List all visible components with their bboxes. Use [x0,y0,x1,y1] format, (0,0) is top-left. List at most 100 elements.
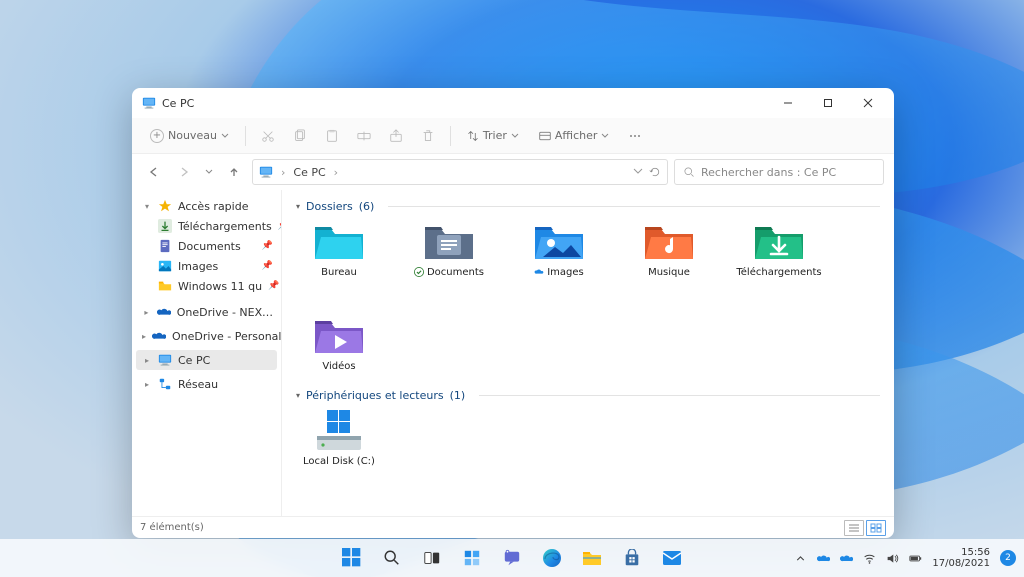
refresh-icon[interactable] [649,166,661,178]
address-bar[interactable]: › Ce PC › [252,159,668,185]
store-button[interactable] [615,541,649,575]
new-button[interactable]: + Nouveau [142,122,237,150]
explorer-button[interactable] [575,541,609,575]
onedrive-tray-icon[interactable] [840,552,853,565]
window-title: Ce PC [162,97,194,110]
chat-button[interactable] [495,541,529,575]
folder-images[interactable]: Images [516,219,602,289]
breadcrumb[interactable]: Ce PC [293,166,325,179]
sidebar-item-folder[interactable]: Windows 11 qu 📌 [136,276,277,296]
edge-button[interactable] [535,541,569,575]
task-view-button[interactable] [415,541,449,575]
tray-overflow-icon[interactable] [794,552,807,565]
sort-button[interactable]: Trier [459,122,527,150]
sidebar-item-label: OneDrive - NEXTRAI [177,306,273,319]
cloud-icon [152,329,166,343]
search-button[interactable] [375,541,409,575]
folder-bureau[interactable]: Bureau [296,219,382,289]
sidebar-item-label: Ce PC [178,354,210,367]
tile-label: Local Disk (C:) [303,456,375,468]
rule [479,395,880,396]
nav-forward-button[interactable] [172,160,196,184]
maximize-button[interactable] [808,89,848,117]
desktop-folder-icon [313,219,365,263]
search-placeholder: Rechercher dans : Ce PC [701,166,836,179]
tile-label: Images [547,267,584,279]
sidebar-item-documents[interactable]: Documents 📌 [136,236,277,256]
clock-time: 15:56 [932,547,990,558]
titlebar[interactable]: Ce PC [132,88,894,118]
network-icon [158,377,172,391]
folder-documents[interactable]: Documents [406,219,492,289]
wifi-icon[interactable] [863,552,876,565]
battery-icon[interactable] [909,552,922,565]
sidebar-onedrive-2[interactable]: ▸ OneDrive - Personal [136,326,277,346]
this-pc-icon [259,165,273,179]
volume-icon[interactable] [886,552,899,565]
folder-downloads[interactable]: Téléchargements [736,219,822,289]
pin-icon: 📌 [262,261,273,271]
sidebar-item-images[interactable]: Images 📌 [136,256,277,276]
tile-label: Musique [648,267,690,279]
status-text: 7 élément(s) [140,522,204,533]
chevron-down-icon[interactable] [633,166,643,176]
chevron-right-icon: ▸ [142,308,151,317]
system-tray: 15:56 17/08/2021 2 [794,547,1016,569]
nav-up-button[interactable] [222,160,246,184]
widgets-button[interactable] [455,541,489,575]
chevron-down-icon: ▾ [296,202,300,211]
group-drives-header[interactable]: ▾ Périphériques et lecteurs (1) [296,389,880,402]
minimize-button[interactable] [768,89,808,117]
chevron-right-icon: ▸ [142,356,152,365]
drive-local-c[interactable]: Local Disk (C:) [296,408,382,478]
view-icon [539,130,551,142]
copy-button[interactable] [286,122,314,150]
cut-button[interactable] [254,122,282,150]
star-icon [158,199,172,213]
sync-badge-icon [414,267,424,277]
folder-videos[interactable]: Vidéos [296,313,382,383]
delete-button[interactable] [414,122,442,150]
chevron-down-icon: ▾ [142,202,152,211]
share-button[interactable] [382,122,410,150]
search-icon [683,166,695,178]
download-icon [158,219,172,233]
crumb-separator: › [281,166,285,179]
notification-badge[interactable]: 2 [1000,550,1016,566]
sidebar-network[interactable]: ▸ Réseau [136,374,277,394]
folder-icon [158,279,172,293]
nav-back-button[interactable] [142,160,166,184]
paste-button[interactable] [318,122,346,150]
documents-folder-icon [423,219,475,263]
address-row: › Ce PC › Rechercher dans : Ce PC [132,154,894,190]
start-button[interactable] [335,541,369,575]
nav-recent-button[interactable] [202,160,216,184]
view-button[interactable]: Afficher [531,122,617,150]
onedrive-tray-icon[interactable] [817,552,830,565]
view-details-button[interactable] [844,520,864,536]
rename-button[interactable] [350,122,378,150]
toolbar: + Nouveau Trier Afficher [132,118,894,154]
sidebar: ▾ Accès rapide Téléchargements 📌 Documen… [132,190,282,516]
cloud-icon [157,305,171,319]
sidebar-item-downloads[interactable]: Téléchargements 📌 [136,216,277,236]
crumb-separator: › [334,166,338,179]
mail-button[interactable] [655,541,689,575]
search-input[interactable]: Rechercher dans : Ce PC [674,159,884,185]
chevron-right-icon: ▸ [142,332,146,341]
group-folders-header[interactable]: ▾ Dossiers (6) [296,200,880,213]
sidebar-item-label: OneDrive - Personal [172,330,281,343]
sidebar-quick-access[interactable]: ▾ Accès rapide [136,196,277,216]
sidebar-this-pc[interactable]: ▸ Ce PC [136,350,277,370]
pin-icon: 📌 [262,241,273,251]
this-pc-icon [158,353,172,367]
group-title: Périphériques et lecteurs [306,389,444,402]
cloud-badge-icon [534,267,544,277]
sidebar-item-label: Téléchargements [178,220,272,233]
sidebar-onedrive-1[interactable]: ▸ OneDrive - NEXTRAI [136,302,277,322]
close-button[interactable] [848,89,888,117]
folder-music[interactable]: Musique [626,219,712,289]
more-button[interactable] [621,122,649,150]
clock[interactable]: 15:56 17/08/2021 [932,547,990,569]
view-tiles-button[interactable] [866,520,886,536]
